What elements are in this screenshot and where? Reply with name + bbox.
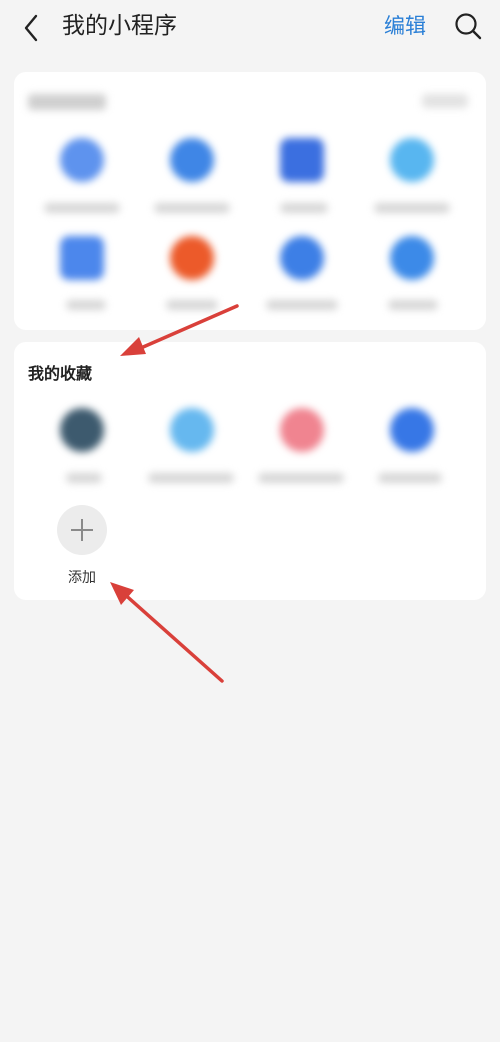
mini-program-icon[interactable] [60,408,104,452]
mini-program-icon[interactable] [280,138,324,182]
blurred-label [66,300,106,310]
blurred-content [14,342,486,600]
blurred-label [280,203,328,213]
mini-program-icon[interactable] [280,236,324,280]
top-bar: 我的小程序 编辑 [0,0,500,56]
blurred-label [266,300,338,310]
mini-program-icon[interactable] [280,408,324,452]
edit-button[interactable]: 编辑 [384,11,426,41]
mini-program-icon[interactable] [390,408,434,452]
mini-program-icon[interactable] [170,138,214,182]
blurred-label [374,203,450,213]
blurred-label [388,300,438,310]
mini-program-icon[interactable] [60,236,104,280]
blurred-content [14,72,486,330]
mini-program-icon[interactable] [390,236,434,280]
blurred-section-title [28,94,106,110]
mini-program-icon[interactable] [390,138,434,182]
blurred-label [148,473,234,483]
blurred-label [66,473,102,483]
mini-program-icon[interactable] [60,138,104,182]
blurred-label [166,300,218,310]
back-chevron-icon[interactable] [14,10,50,46]
blurred-label [44,203,120,213]
plus-icon [71,519,93,541]
blurred-more-link [422,94,468,108]
blurred-label [378,473,442,483]
my-favorites-card: 我的收藏 添加 [14,342,486,600]
mini-program-icon[interactable] [170,236,214,280]
add-label: 添加 [68,570,96,586]
page-title: 我的小程序 [62,13,177,39]
blurred-label [258,473,344,483]
mini-program-icon[interactable] [170,408,214,452]
add-favorite-button[interactable] [57,505,107,555]
search-icon[interactable] [452,10,484,42]
blurred-label [154,203,230,213]
recent-mini-programs-card [14,72,486,330]
